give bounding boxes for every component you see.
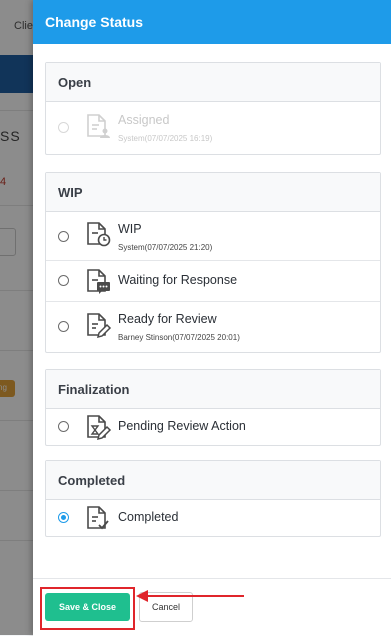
modal-title: Change Status [45, 14, 144, 30]
hourglass-edit-document-icon [87, 415, 112, 441]
modal-header: Change Status [33, 0, 391, 44]
clock-document-icon [87, 222, 111, 247]
status-label: Assigned [118, 113, 170, 127]
status-option-completed[interactable]: Completed [46, 500, 380, 536]
status-meta: System(07/07/2025 21:20) [118, 243, 213, 252]
modal-backdrop[interactable] [0, 0, 34, 635]
annotation-highlight-box [40, 587, 135, 630]
section-header: Completed [46, 461, 380, 500]
section-title: Completed [58, 473, 126, 488]
section-title: Finalization [58, 382, 130, 397]
status-radio[interactable] [58, 231, 69, 242]
section-title: Open [58, 75, 92, 90]
section-title: WIP [58, 185, 83, 200]
status-radio[interactable] [58, 421, 69, 432]
status-option-ready-for-review[interactable]: Ready for Review Barney Stinson(07/07/20… [46, 302, 380, 352]
modal-footer: Save & Close Cancel [33, 578, 391, 636]
status-radio[interactable] [58, 275, 69, 286]
status-label: WIP [118, 222, 142, 236]
edit-document-icon [87, 313, 112, 339]
status-radio [58, 122, 69, 133]
status-label: Completed [118, 510, 179, 524]
status-option-pending-review-action[interactable]: Pending Review Action [46, 409, 380, 445]
status-option-waiting-for-response[interactable]: Waiting for Response [46, 261, 380, 302]
section-header: Finalization [46, 370, 380, 409]
modal-body: Open Assigned System(07/07/2025 16:19) W… [33, 44, 391, 578]
status-option-assigned: Assigned System(07/07/2025 16:19) [46, 102, 380, 154]
status-radio-selected[interactable] [58, 512, 69, 523]
status-radio[interactable] [58, 321, 69, 332]
section-finalization: Finalization Pending Review Action [45, 369, 381, 446]
section-wip: WIP WIP System(07/07/2025 21:20) Waiting… [45, 172, 381, 353]
check-document-icon [87, 506, 109, 530]
annotation-arrow-icon [136, 590, 244, 602]
status-option-wip[interactable]: WIP System(07/07/2025 21:20) [46, 212, 380, 261]
status-meta: System(07/07/2025 16:19) [118, 134, 213, 143]
section-open: Open Assigned System(07/07/2025 16:19) [45, 62, 381, 155]
section-header: Open [46, 63, 380, 102]
assign-user-document-icon [87, 114, 110, 138]
chat-document-icon [87, 269, 110, 294]
status-label: Pending Review Action [118, 419, 246, 433]
section-header: WIP [46, 173, 380, 212]
section-completed: Completed Completed [45, 460, 381, 537]
status-meta: Barney Stinson(07/07/2025 20:01) [118, 333, 240, 342]
status-label: Waiting for Response [118, 273, 238, 287]
change-status-modal: Change Status Open Assigned System(07/07… [33, 0, 391, 636]
status-label: Ready for Review [118, 312, 217, 326]
